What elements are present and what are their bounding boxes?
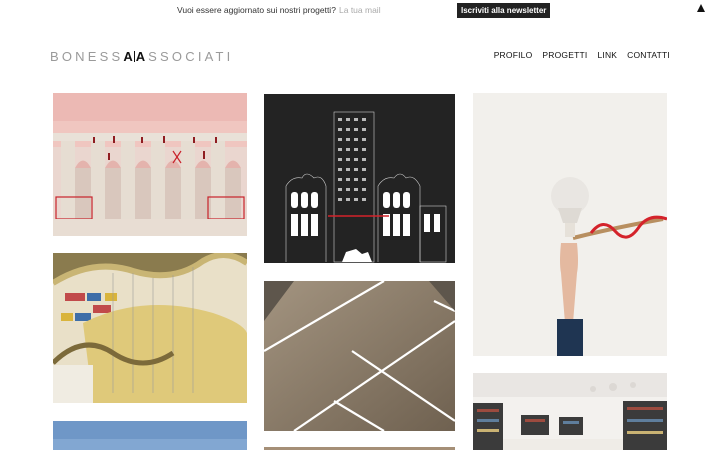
- library-curved-balcony[interactable]: [53, 253, 247, 403]
- nav-contatti[interactable]: CONTATTI: [627, 50, 670, 60]
- blue-sky-photo[interactable]: [53, 421, 247, 450]
- logo-mark-a1: A: [123, 48, 133, 64]
- logo-text-right: SSOCIATI: [148, 48, 234, 64]
- newsletter-prompt: Vuoi essere aggiornato sui nostri proget…: [177, 5, 336, 15]
- logo-text-left: BONESS: [50, 48, 124, 64]
- nav-link[interactable]: LINK: [597, 50, 617, 60]
- logo-mark-a2: A: [135, 48, 146, 64]
- logo-mark: AA: [123, 49, 145, 64]
- newsletter-email-input[interactable]: [336, 2, 440, 18]
- ceiling-light-lines[interactable]: [264, 281, 455, 431]
- nav-profilo[interactable]: PROFILO: [494, 50, 533, 60]
- bookstore-interior[interactable]: [473, 373, 667, 450]
- newsletter-subscribe-button[interactable]: Iscriviti alla newsletter: [457, 3, 551, 18]
- pink-arcade-drawing[interactable]: [53, 93, 247, 236]
- scroll-top-icon[interactable]: [697, 4, 705, 12]
- black-facade-elevation[interactable]: [264, 94, 455, 263]
- main-nav: PROFILO PROGETTI LINK CONTATTI: [494, 50, 670, 60]
- nav-progetti[interactable]: PROGETTI: [542, 50, 587, 60]
- hand-with-lamp[interactable]: [473, 93, 667, 356]
- site-logo[interactable]: BONESS AA SSOCIATI: [50, 48, 234, 64]
- newsletter-bar: Vuoi essere aggiornato sui nostri proget…: [0, 0, 720, 22]
